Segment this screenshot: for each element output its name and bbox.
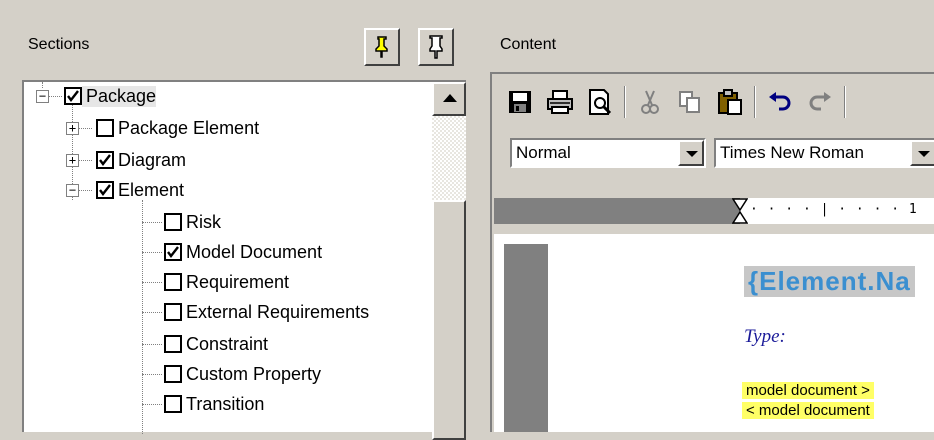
print-button[interactable] xyxy=(540,82,580,122)
expand-icon[interactable]: + xyxy=(66,154,79,167)
doc-section-end-tag: < model document xyxy=(742,402,874,419)
tree-item-constraint[interactable]: Constraint xyxy=(164,330,268,358)
tree-item-label: Model Document xyxy=(186,241,323,262)
tree-item-label: Element xyxy=(118,179,185,200)
save-button[interactable] xyxy=(500,82,540,122)
toolbar-separator xyxy=(844,86,846,118)
tree-line xyxy=(142,200,143,434)
checkbox-unchecked[interactable] xyxy=(96,119,114,137)
tree-item-label: Package Element xyxy=(118,117,260,138)
toolbar-separator xyxy=(624,86,626,118)
tree-line xyxy=(142,222,162,223)
redo-button[interactable] xyxy=(800,82,840,122)
print-preview-button[interactable] xyxy=(580,82,620,122)
format-toolbar: Normal Times New Roman xyxy=(510,138,934,168)
tree-item-element[interactable]: Element xyxy=(96,176,184,204)
tree-item-diagram[interactable]: Diagram xyxy=(96,146,186,174)
editor-toolbar xyxy=(500,80,850,124)
tree-line xyxy=(142,374,162,375)
check-mark-icon xyxy=(167,246,179,258)
tree-line xyxy=(142,312,162,313)
chevron-down-icon[interactable] xyxy=(678,140,704,166)
scissors-icon xyxy=(641,90,659,114)
checkbox-unchecked[interactable] xyxy=(164,303,182,321)
toolbar-separator xyxy=(754,86,756,118)
pin-down-icon xyxy=(429,35,443,59)
document-margin xyxy=(504,244,548,432)
ruler-number: 1 xyxy=(908,202,918,217)
tree-item-label: Requirement xyxy=(186,271,290,292)
checkbox-unchecked[interactable] xyxy=(164,273,182,291)
unpin-button[interactable] xyxy=(418,28,454,66)
tree-item-external-requirements[interactable]: External Requirements xyxy=(164,298,369,326)
tree-item-label: Transition xyxy=(186,393,265,414)
ruler-ticks: · · · · | · · · · 1 xyxy=(750,202,918,217)
collapse-icon[interactable]: − xyxy=(36,90,49,103)
tree-line xyxy=(142,282,162,283)
redo-icon xyxy=(809,92,831,111)
sections-tree[interactable]: − + + − Package Package Element Diagram … xyxy=(22,80,466,440)
sections-panel-header: Sections xyxy=(0,0,474,76)
doc-type-label: Type: xyxy=(744,326,786,347)
content-title: Content xyxy=(500,36,557,53)
sections-title: Sections xyxy=(28,36,90,53)
expand-icon[interactable]: + xyxy=(66,122,79,135)
tree-line xyxy=(142,404,162,405)
checkbox-unchecked[interactable] xyxy=(164,395,182,413)
tree-item-label: Risk xyxy=(186,211,221,232)
doc-heading-field: {Element.Na xyxy=(744,266,915,297)
tree-item-label: Custom Property xyxy=(186,363,322,384)
tree-item-custom-property[interactable]: Custom Property xyxy=(164,360,321,388)
style-select-value: Normal xyxy=(516,143,571,162)
checkbox-checked[interactable] xyxy=(64,87,82,105)
undo-icon xyxy=(769,92,791,111)
font-select[interactable]: Times New Roman xyxy=(714,138,934,168)
tree-item-label: Constraint xyxy=(186,333,269,354)
font-select-value: Times New Roman xyxy=(720,143,864,162)
chevron-down-icon[interactable] xyxy=(910,140,934,166)
copy-icon xyxy=(679,91,700,113)
tree-item-label: Diagram xyxy=(118,149,187,170)
ruler-margin xyxy=(494,198,740,224)
scroll-thumb[interactable] xyxy=(432,200,466,440)
pin-button[interactable] xyxy=(364,28,400,66)
cut-button[interactable] xyxy=(630,82,670,122)
check-mark-icon xyxy=(99,154,111,166)
checkbox-checked[interactable] xyxy=(96,181,114,199)
printer-icon xyxy=(547,90,573,114)
tree-item-model-document[interactable]: Model Document xyxy=(164,238,322,266)
check-mark-icon xyxy=(67,90,79,102)
paste-icon xyxy=(718,89,742,115)
tree-item-risk[interactable]: Risk xyxy=(164,208,221,236)
ruler[interactable]: · · · · | · · · · 1 xyxy=(494,198,934,224)
tree-item-package[interactable]: Package xyxy=(64,82,157,110)
checkbox-checked[interactable] xyxy=(164,243,182,261)
copy-button[interactable] xyxy=(670,82,710,122)
tree-item-requirement[interactable]: Requirement xyxy=(164,268,289,296)
doc-section-start-tag: model document > xyxy=(742,382,874,399)
scroll-up-button[interactable] xyxy=(432,82,466,116)
checkbox-unchecked[interactable] xyxy=(164,213,182,231)
checkbox-checked[interactable] xyxy=(96,151,114,169)
indent-marker-icon[interactable] xyxy=(732,198,748,224)
collapse-icon[interactable]: − xyxy=(66,184,79,197)
style-select[interactable]: Normal xyxy=(510,138,706,168)
tree-line xyxy=(42,82,43,88)
checkbox-unchecked[interactable] xyxy=(164,365,182,383)
tree-item-label: Package xyxy=(82,85,157,107)
undo-button[interactable] xyxy=(760,82,800,122)
tree-item-transition[interactable]: Transition xyxy=(164,390,264,418)
pin-icon xyxy=(375,36,388,58)
tree-item-label: External Requirements xyxy=(186,301,370,322)
save-icon xyxy=(509,91,531,113)
checkbox-unchecked[interactable] xyxy=(164,335,182,353)
tree-item-package-element[interactable]: Package Element xyxy=(96,114,259,142)
tree-scrollbar[interactable] xyxy=(432,82,466,440)
tree-line xyxy=(142,344,162,345)
tree-line xyxy=(142,252,162,253)
paste-button[interactable] xyxy=(710,82,750,122)
print-preview-icon xyxy=(589,89,612,115)
check-mark-icon xyxy=(99,184,111,196)
document-editor[interactable]: {Element.Na Type: model document > < mod… xyxy=(494,234,934,432)
